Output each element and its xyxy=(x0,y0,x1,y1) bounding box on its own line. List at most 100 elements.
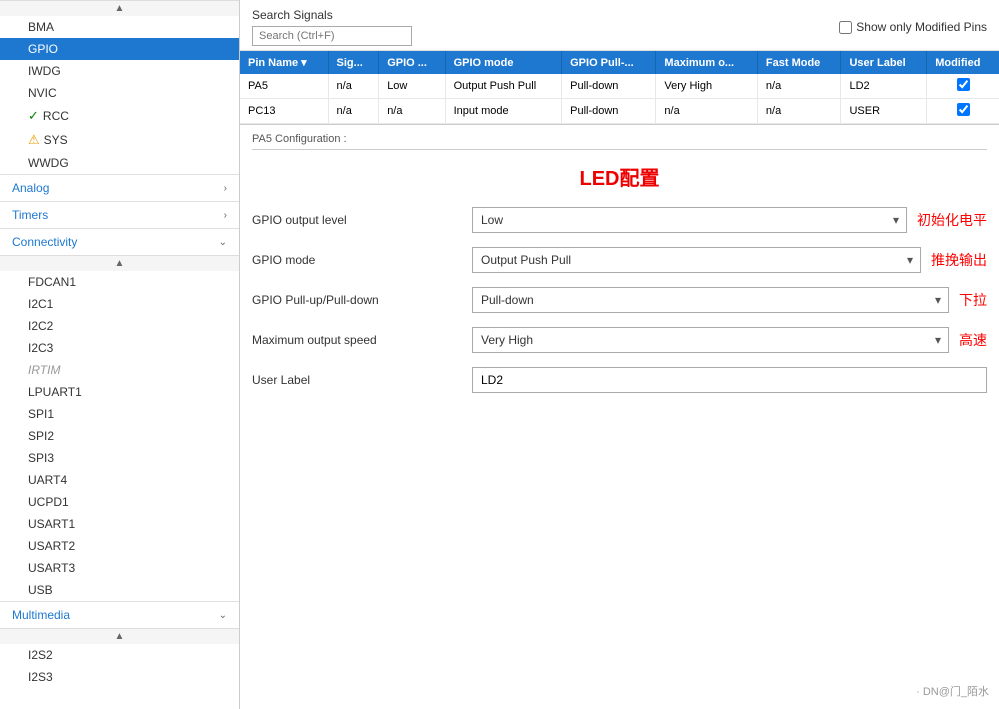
sidebar-item-SYS[interactable]: ⚠ SYS xyxy=(0,128,239,152)
col-gpio-output[interactable]: GPIO ... xyxy=(379,51,445,74)
gpio_pull-label: GPIO Pull-up/Pull-down xyxy=(252,293,472,307)
col-gpio-pull[interactable]: GPIO Pull-... xyxy=(562,51,656,74)
sidebar-item-FDCAN1[interactable]: FDCAN1 xyxy=(0,271,239,293)
config-row-max_output_speed: Maximum output speed LowMediumHighVery H… xyxy=(252,327,987,353)
sidebar-item-USB[interactable]: USB xyxy=(0,579,239,601)
sidebar-item-SPI2[interactable]: SPI2 xyxy=(0,425,239,447)
sidebar-section-Analog[interactable]: Analog › xyxy=(0,174,239,201)
modified-checkbox[interactable] xyxy=(957,78,970,91)
col-user-label[interactable]: User Label xyxy=(841,51,927,74)
max_output_speed-annotation: 高速 xyxy=(959,330,987,350)
multimedia-label: Multimedia xyxy=(12,608,70,622)
sidebar-item-UART4[interactable]: UART4 xyxy=(0,469,239,491)
col-max-output[interactable]: Maximum o... xyxy=(656,51,757,74)
config-main-title: LED配置 xyxy=(252,162,987,191)
timers-label: Timers xyxy=(12,208,48,222)
user_label-label: User Label xyxy=(252,373,472,387)
signals-table-container: Pin Name ▾ Sig... GPIO ... GPIO mode GPI… xyxy=(240,51,999,125)
multimedia-arrow: ⌄ xyxy=(219,610,227,621)
sidebar-item-USART3[interactable]: USART3 xyxy=(0,557,239,579)
connectivity-label: Connectivity xyxy=(12,235,77,249)
sidebar-multimedia-scroll-up[interactable]: ▲ xyxy=(0,628,239,644)
sidebar-item-RCC[interactable]: ✓ RCC xyxy=(0,104,239,128)
col-signal[interactable]: Sig... xyxy=(328,51,379,74)
table-row[interactable]: PA5 n/a Low Output Push Pull Pull-down V… xyxy=(240,74,999,99)
sidebar-scroll-up[interactable]: ▲ xyxy=(0,0,239,16)
cell-gpio-pull: Pull-down xyxy=(562,99,656,124)
gpio_mode-select-wrapper: Output Push PullOutput Open DrainInput m… xyxy=(472,247,921,273)
user_label-input[interactable] xyxy=(472,367,987,393)
sidebar-item-I2S3[interactable]: I2S3 xyxy=(0,666,239,688)
sidebar-item-GPIO[interactable]: GPIO xyxy=(0,38,239,60)
gpio_mode-select[interactable]: Output Push PullOutput Open DrainInput m… xyxy=(472,247,921,273)
cell-signal: n/a xyxy=(328,74,379,99)
sidebar-section-Multimedia[interactable]: Multimedia ⌄ xyxy=(0,601,239,628)
config-row-user_label: User Label xyxy=(252,367,987,393)
gpio_output_level-select[interactable]: LowHigh xyxy=(472,207,907,233)
sidebar-item-I2C3[interactable]: I2C3 xyxy=(0,337,239,359)
search-input[interactable] xyxy=(252,26,412,46)
sidebar: ▲ BMA GPIO IWDG NVIC ✓ RCC ⚠ SYS WWDG An… xyxy=(0,0,240,709)
col-pin-name[interactable]: Pin Name ▾ xyxy=(240,51,328,74)
max_output_speed-label: Maximum output speed xyxy=(252,333,472,347)
sidebar-item-WWDG[interactable]: WWDG xyxy=(0,152,239,174)
sidebar-item-IRTIM: IRTIM xyxy=(0,359,239,381)
sidebar-item-UCPD1[interactable]: UCPD1 xyxy=(0,491,239,513)
cell-modified[interactable] xyxy=(927,74,999,99)
gpio_pull-select[interactable]: No pull-up and no pull-downPull-upPull-d… xyxy=(472,287,949,313)
sidebar-section-Timers[interactable]: Timers › xyxy=(0,201,239,228)
cell-gpio-mode: Output Push Pull xyxy=(445,74,562,99)
cell-pin-name: PA5 xyxy=(240,74,328,99)
cell-fast-mode: n/a xyxy=(757,99,841,124)
sidebar-item-I2S2[interactable]: I2S2 xyxy=(0,644,239,666)
cell-signal: n/a xyxy=(328,99,379,124)
sidebar-item-I2C2[interactable]: I2C2 xyxy=(0,315,239,337)
search-label: Search Signals xyxy=(252,8,412,22)
sidebar-item-IWDG[interactable]: IWDG xyxy=(0,60,239,82)
gpio_output_level-select-wrapper: LowHigh xyxy=(472,207,907,233)
config-row-gpio_pull: GPIO Pull-up/Pull-down No pull-up and no… xyxy=(252,287,987,313)
gpio_mode-annotation: 推挽输出 xyxy=(931,250,987,270)
show-modified-section: Show only Modified Pins xyxy=(839,20,987,34)
col-fast-mode[interactable]: Fast Mode xyxy=(757,51,841,74)
sidebar-item-LPUART1[interactable]: LPUART1 xyxy=(0,381,239,403)
sidebar-item-USART2[interactable]: USART2 xyxy=(0,535,239,557)
table-row[interactable]: PC13 n/a n/a Input mode Pull-down n/a n/… xyxy=(240,99,999,124)
cell-user-label: LD2 xyxy=(841,74,927,99)
check-yellow-icon: ⚠ xyxy=(28,132,40,148)
max_output_speed-select[interactable]: LowMediumHighVery High xyxy=(472,327,949,353)
analog-label: Analog xyxy=(12,181,49,195)
connectivity-arrow: ⌄ xyxy=(219,237,227,248)
main-content: Search Signals Show only Modified Pins P… xyxy=(240,0,999,709)
col-gpio-mode[interactable]: GPIO mode xyxy=(445,51,562,74)
sidebar-item-USART1[interactable]: USART1 xyxy=(0,513,239,535)
cell-gpio-output: n/a xyxy=(379,99,445,124)
sidebar-item-BMA[interactable]: BMA xyxy=(0,16,239,38)
gpio_pull-select-wrapper: No pull-up and no pull-downPull-upPull-d… xyxy=(472,287,949,313)
config-row-gpio_mode: GPIO mode Output Push PullOutput Open Dr… xyxy=(252,247,987,273)
sidebar-item-SPI1[interactable]: SPI1 xyxy=(0,403,239,425)
show-modified-checkbox[interactable] xyxy=(839,21,852,34)
col-modified[interactable]: Modified xyxy=(927,51,999,74)
config-panel: PA5 Configuration : LED配置 GPIO output le… xyxy=(240,125,999,709)
cell-modified[interactable] xyxy=(927,99,999,124)
gpio_pull-annotation: 下拉 xyxy=(959,290,987,310)
cell-gpio-pull: Pull-down xyxy=(562,74,656,99)
cell-fast-mode: n/a xyxy=(757,74,841,99)
search-bar: Search Signals Show only Modified Pins xyxy=(240,0,999,51)
sidebar-item-I2C1[interactable]: I2C1 xyxy=(0,293,239,315)
sidebar-item-SPI3[interactable]: SPI3 xyxy=(0,447,239,469)
check-green-icon: ✓ xyxy=(28,108,39,124)
gpio_output_level-label: GPIO output level xyxy=(252,213,472,227)
sidebar-conn-scroll-up[interactable]: ▲ xyxy=(0,255,239,271)
max_output_speed-select-wrapper: LowMediumHighVery High xyxy=(472,327,949,353)
show-modified-label: Show only Modified Pins xyxy=(856,20,987,34)
cell-pin-name: PC13 xyxy=(240,99,328,124)
modified-checkbox[interactable] xyxy=(957,103,970,116)
sidebar-item-NVIC[interactable]: NVIC xyxy=(0,82,239,104)
sidebar-section-Connectivity[interactable]: Connectivity ⌄ xyxy=(0,228,239,255)
analog-arrow: › xyxy=(224,183,227,194)
cell-gpio-mode: Input mode xyxy=(445,99,562,124)
search-section: Search Signals xyxy=(252,8,412,46)
cell-gpio-output: Low xyxy=(379,74,445,99)
